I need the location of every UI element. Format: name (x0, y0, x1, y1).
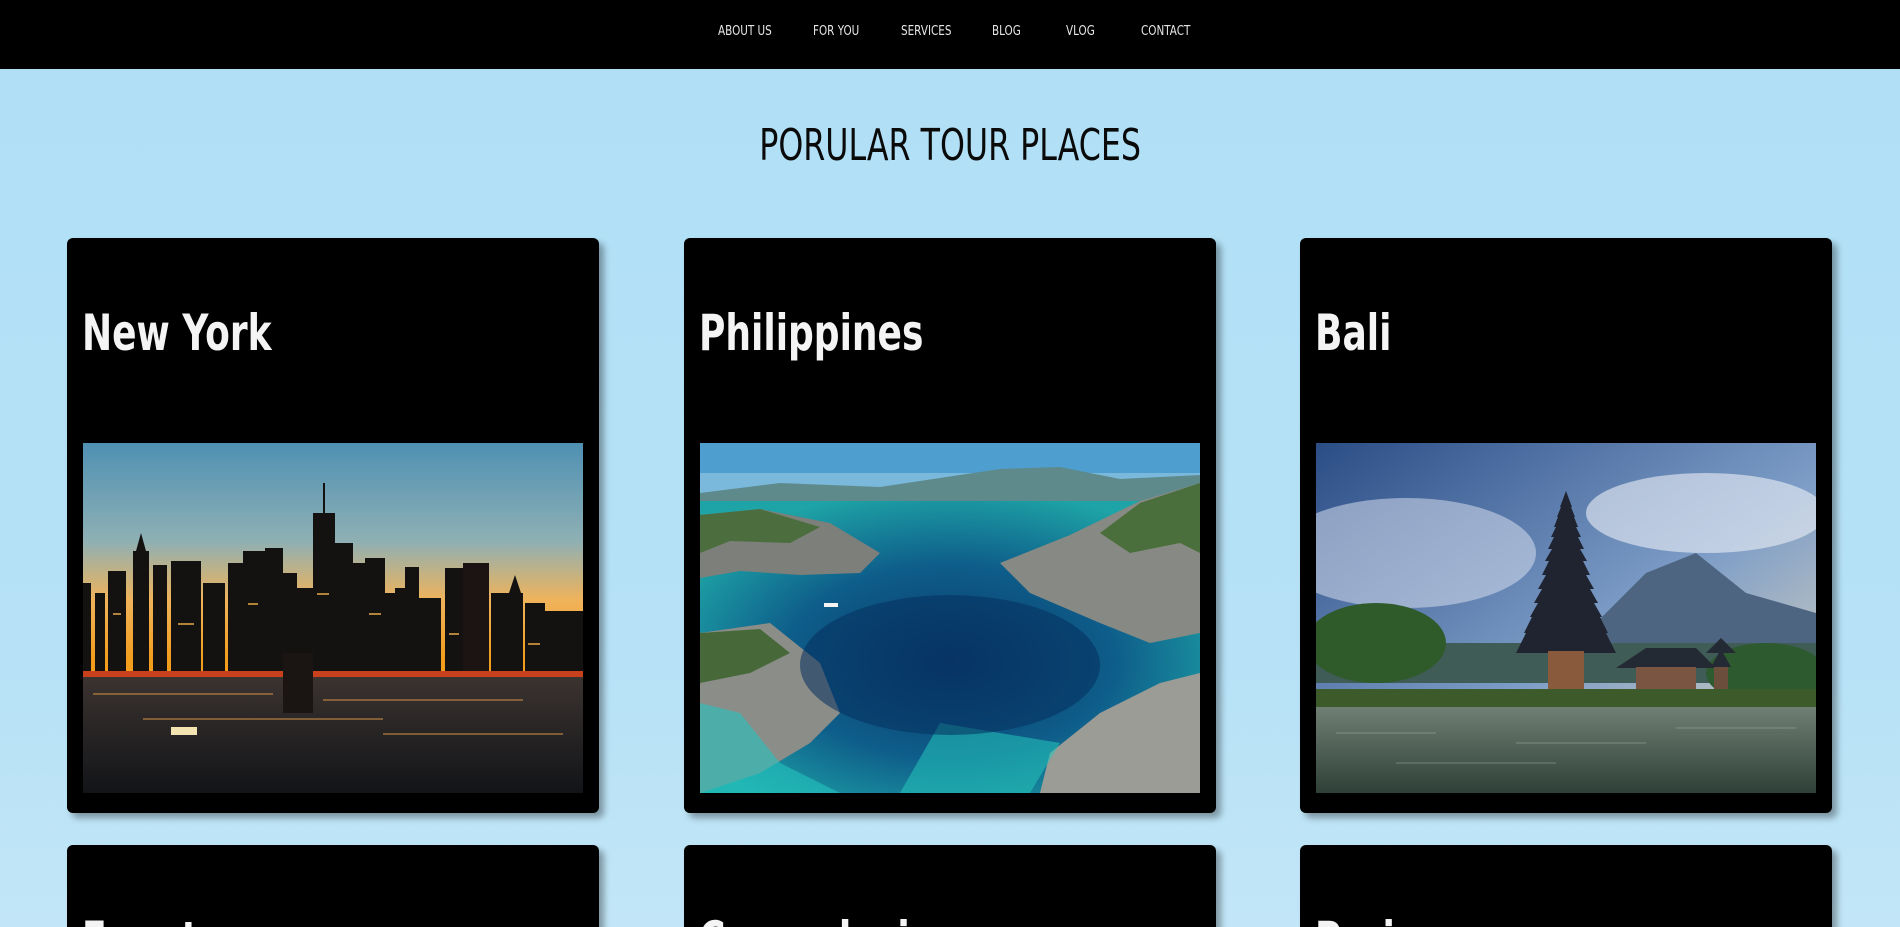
nav-blog[interactable]: BLOG (992, 24, 1021, 39)
card-egypt[interactable]: Egypt (67, 845, 599, 927)
page-title: PORULAR TOUR PLACES (0, 118, 1900, 174)
nav-contact[interactable]: CONTACT (1141, 24, 1190, 39)
new-york-image[interactable] (83, 443, 583, 793)
nav-services[interactable]: SERVICES (901, 24, 951, 39)
card-title: Cappadocia (699, 909, 934, 927)
card-title: Egypt (82, 909, 199, 927)
card-title: Paris (1315, 909, 1416, 927)
card-cappadocia[interactable]: Cappadocia (684, 845, 1216, 927)
card-new-york[interactable]: New York (67, 238, 599, 813)
nav-about-us[interactable]: ABOUT US (718, 24, 772, 39)
philippines-image[interactable] (700, 443, 1200, 793)
top-navbar: ABOUT US FOR YOU SERVICES BLOG VLOG CONT… (0, 0, 1900, 69)
card-paris[interactable]: Paris (1300, 845, 1832, 927)
bali-temple-picture (1316, 443, 1816, 793)
new-york-skyline-picture (83, 443, 583, 793)
philippines-lagoon-picture (700, 443, 1200, 793)
card-title: New York (82, 304, 272, 362)
nav-vlog[interactable]: VLOG (1066, 24, 1095, 39)
nav-for-you[interactable]: FOR YOU (813, 24, 859, 39)
card-title: Bali (1315, 304, 1392, 362)
page-title-text: PORULAR TOUR PLACES (759, 120, 1141, 171)
bali-image[interactable] (1316, 443, 1816, 793)
card-bali[interactable]: Bali (1300, 238, 1832, 813)
card-title: Philippines (699, 304, 924, 362)
card-philippines[interactable]: Philippines (684, 238, 1216, 813)
